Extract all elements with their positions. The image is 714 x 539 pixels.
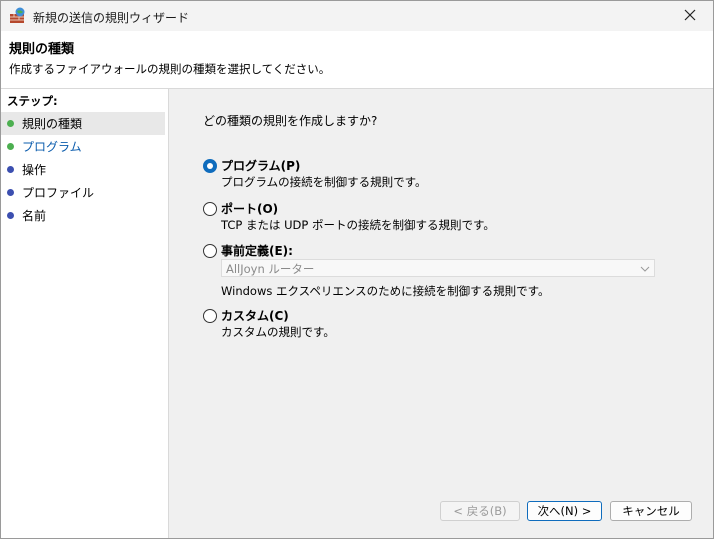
wizard-header: 規則の種類 作成するファイアウォールの規則の種類を選択してください。 bbox=[1, 31, 713, 89]
back-button[interactable]: < 戻る(B) bbox=[440, 501, 520, 521]
option-label[interactable]: プログラム(P) bbox=[221, 157, 300, 174]
step-program[interactable]: プログラム bbox=[1, 135, 165, 158]
step-profile: プロファイル bbox=[1, 181, 165, 204]
option-label[interactable]: カスタム(C) bbox=[221, 307, 289, 324]
step-status-icon bbox=[7, 120, 14, 127]
cancel-button[interactable]: キャンセル bbox=[610, 501, 692, 521]
title-bar: 新規の送信の規則ウィザード bbox=[1, 1, 713, 31]
step-rule-type[interactable]: 規則の種類 bbox=[1, 112, 165, 135]
step-name: 名前 bbox=[1, 204, 165, 227]
option-description: カスタムの規則です。 bbox=[221, 325, 335, 339]
chevron-down-icon bbox=[640, 260, 650, 283]
option-label[interactable]: 事前定義(E): bbox=[221, 242, 293, 259]
option-description: Windows エクスペリエンスのために接続を制御する規則です。 bbox=[221, 284, 550, 298]
predefined-rule-dropdown[interactable]: AllJoyn ルーター bbox=[221, 259, 655, 277]
step-status-icon bbox=[7, 166, 14, 173]
close-icon bbox=[684, 9, 696, 24]
option-description: プログラムの接続を制御する規則です。 bbox=[221, 175, 427, 189]
step-status-icon bbox=[7, 143, 14, 150]
close-button[interactable] bbox=[667, 1, 713, 31]
steps-sidebar: ステップ: 規則の種類 プログラム 操作 プロファイル 名前 bbox=[1, 89, 169, 538]
option-description: TCP または UDP ポートの接続を制御する規則です。 bbox=[221, 218, 495, 232]
step-status-icon bbox=[7, 212, 14, 219]
window-title: 新規の送信の規則ウィザード bbox=[33, 11, 190, 25]
step-label: 操作 bbox=[22, 163, 47, 177]
firewall-icon bbox=[9, 7, 27, 25]
step-label: 規則の種類 bbox=[22, 117, 83, 131]
wizard-window: 新規の送信の規則ウィザード 規則の種類 作成するファイアウォールの規則の種類を選… bbox=[0, 0, 714, 539]
step-action: 操作 bbox=[1, 158, 165, 181]
step-status-icon bbox=[7, 189, 14, 196]
next-button[interactable]: 次へ(N) > bbox=[527, 501, 602, 521]
step-label: プログラム bbox=[22, 140, 82, 154]
page-title: 規則の種類 bbox=[9, 42, 75, 57]
steps-heading: ステップ: bbox=[7, 94, 58, 108]
question-text: どの種類の規則を作成しますか? bbox=[203, 114, 378, 128]
dropdown-value: AllJoyn ルーター bbox=[226, 262, 315, 276]
radio-port[interactable] bbox=[203, 202, 217, 216]
radio-custom[interactable] bbox=[203, 309, 217, 323]
step-label: プロファイル bbox=[22, 186, 95, 200]
page-description: 作成するファイアウォールの規則の種類を選択してください。 bbox=[9, 62, 331, 76]
radio-predefined[interactable] bbox=[203, 244, 217, 258]
step-label: 名前 bbox=[22, 209, 47, 223]
wizard-content: どの種類の規則を作成しますか? プログラム(P) プログラムの接続を制御する規則… bbox=[169, 89, 713, 538]
option-label[interactable]: ポート(O) bbox=[221, 200, 278, 217]
radio-program[interactable] bbox=[203, 159, 217, 173]
